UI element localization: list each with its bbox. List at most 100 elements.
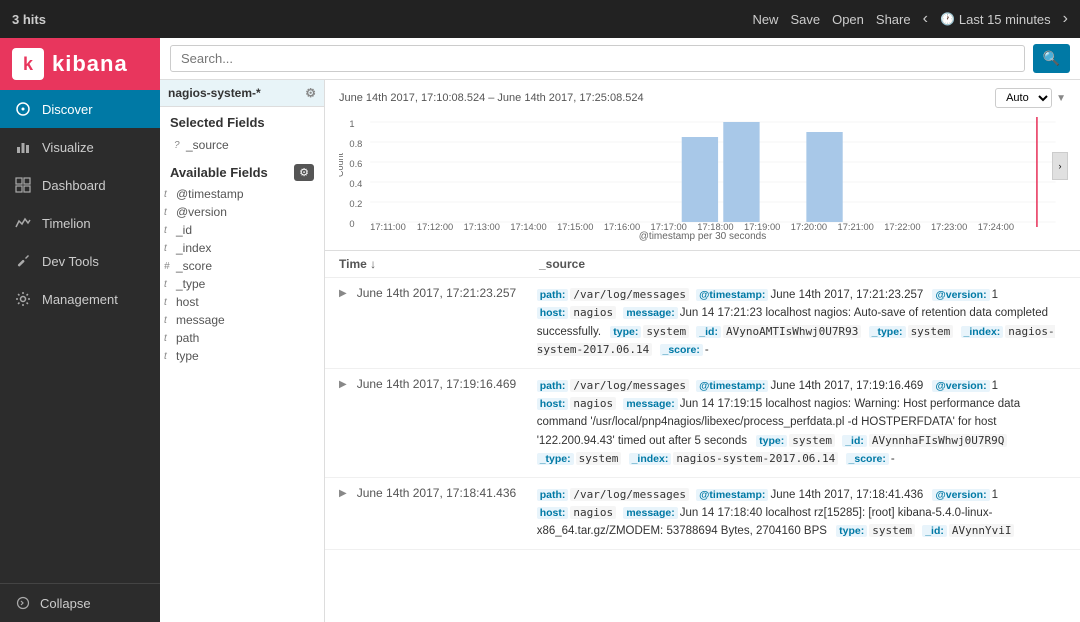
available-field-host[interactable]: thost — [160, 293, 324, 311]
chart-expand-button[interactable]: › — [1052, 152, 1068, 180]
save-button[interactable]: Save — [790, 12, 820, 27]
selected-field-source[interactable]: ? _source — [170, 136, 314, 154]
top-actions: New Save Open Share ‹ 🕐 Last 15 minutes … — [752, 10, 1068, 28]
version-value: 1 — [992, 289, 998, 301]
collapse-button[interactable]: Collapse — [0, 583, 160, 622]
main-layout: k kibana Discover Visualize D — [0, 38, 1080, 622]
id-label: _id: — [922, 525, 947, 537]
score-label: _score: — [846, 453, 889, 465]
available-field-_score[interactable]: #_score — [160, 257, 324, 275]
timelion-label: Timelion — [42, 216, 91, 231]
row-expand-button[interactable]: ▶ — [339, 488, 347, 499]
chart-header: June 14th 2017, 17:10:08.524 – June 14th… — [339, 88, 1066, 108]
field-type-badge: t — [164, 297, 172, 308]
svg-text:17:20:00: 17:20:00 — [791, 222, 827, 232]
sidebar-item-discover[interactable]: Discover — [0, 90, 160, 128]
compass-icon — [14, 100, 32, 118]
field-name-label: @version — [176, 205, 227, 219]
interval-select[interactable]: Auto — [995, 88, 1052, 108]
timestamp-label: @timestamp: — [696, 489, 768, 501]
type2-label: _type: — [537, 453, 574, 465]
available-field-path[interactable]: tpath — [160, 329, 324, 347]
table-row: ▶ June 14th 2017, 17:19:16.469 path:/var… — [325, 369, 1080, 478]
kibana-logo-text: kibana — [52, 51, 128, 77]
hits-count: 3 hits — [12, 12, 46, 27]
dashboard-label: Dashboard — [42, 178, 106, 193]
path-label: path: — [537, 489, 569, 501]
available-field-_id[interactable]: t_id — [160, 221, 324, 239]
dashboard-icon — [14, 176, 32, 194]
svg-text:0.4: 0.4 — [349, 179, 362, 189]
index-label: _index: — [961, 326, 1004, 338]
svg-text:Count: Count — [339, 153, 345, 177]
field-type-badge: t — [164, 189, 172, 200]
version-value: 1 — [992, 489, 998, 501]
available-field-type[interactable]: ttype — [160, 347, 324, 365]
row-expand-button[interactable]: ▶ — [339, 288, 347, 299]
score-value: - — [891, 453, 895, 465]
available-fields-settings-button[interactable]: ⚙ — [294, 164, 314, 181]
svg-text:17:24:00: 17:24:00 — [978, 222, 1014, 232]
timelion-icon — [14, 214, 32, 232]
host-label: host: — [537, 507, 569, 519]
time-next-button[interactable]: › — [1063, 10, 1068, 28]
version-value: 1 — [992, 380, 998, 392]
bar-7 — [682, 137, 718, 222]
field-name: _source — [186, 138, 229, 152]
search-button[interactable]: 🔍 — [1033, 44, 1070, 73]
available-field-_index[interactable]: t_index — [160, 239, 324, 257]
row-expand-button[interactable]: ▶ — [339, 379, 347, 390]
time-prev-button[interactable]: ‹ — [923, 10, 928, 28]
open-button[interactable]: Open — [832, 12, 864, 27]
new-button[interactable]: New — [752, 12, 778, 27]
chart-canvas: 0 0.2 0.4 0.6 0.8 1 Count — [339, 112, 1066, 242]
type2-value: system — [908, 325, 954, 338]
content-area: 🔍 nagios-system-* ⚙ Selected Fields ? _s… — [160, 38, 1080, 622]
field-name-label: _type — [176, 277, 205, 291]
available-field-@timestamp[interactable]: t@timestamp — [160, 185, 324, 203]
bar-10 — [806, 132, 842, 222]
sidebar-item-management[interactable]: Management — [0, 280, 160, 318]
devtools-label: Dev Tools — [42, 254, 99, 269]
available-field-@version[interactable]: t@version — [160, 203, 324, 221]
col-time-header[interactable]: Time ↓ — [339, 257, 519, 271]
svg-text:17:15:00: 17:15:00 — [557, 222, 593, 232]
sidebar-item-devtools[interactable]: Dev Tools — [0, 242, 160, 280]
timestamp-label: @timestamp: — [696, 380, 768, 392]
index-settings-icon[interactable]: ⚙ — [305, 86, 316, 100]
version-label: @version: — [932, 380, 989, 392]
timestamp-value: June 14th 2017, 17:21:23.257 — [770, 289, 923, 301]
time-range-picker[interactable]: 🕐 Last 15 minutes — [940, 12, 1051, 27]
table-row: ▶ June 14th 2017, 17:21:23.257 path:/var… — [325, 278, 1080, 369]
available-field-message[interactable]: tmessage — [160, 311, 324, 329]
table-row: ▶ June 14th 2017, 17:18:41.436 path:/var… — [325, 478, 1080, 550]
svg-text:17:23:00: 17:23:00 — [931, 222, 967, 232]
sidebar-item-timelion[interactable]: Timelion — [0, 204, 160, 242]
row-source: path:/var/log/messages @timestamp:June 1… — [537, 377, 1066, 469]
histogram-chart: 0 0.2 0.4 0.6 0.8 1 Count — [339, 112, 1066, 232]
id-label: _id: — [842, 435, 867, 447]
field-name-label: type — [176, 349, 199, 363]
id-label: _id: — [696, 326, 721, 338]
sidebar-item-dashboard[interactable]: Dashboard — [0, 166, 160, 204]
id-value: AVynnhaFIsWhwj0U7R9Q — [869, 434, 1007, 447]
svg-text:0.6: 0.6 — [349, 159, 362, 169]
search-input[interactable] — [170, 45, 1025, 72]
field-type-badge: t — [164, 225, 172, 236]
field-type-badge: t — [164, 333, 172, 344]
type-value: system — [643, 325, 689, 338]
bar-8 — [723, 122, 759, 222]
svg-text:17:11:00: 17:11:00 — [370, 222, 406, 232]
path-value: /var/log/messages — [570, 379, 689, 392]
available-fields-header: Available Fields ⚙ — [160, 158, 324, 185]
wrench-icon — [14, 252, 32, 270]
visualize-label: Visualize — [42, 140, 94, 155]
index-pattern-name: nagios-system-* — [168, 86, 261, 100]
available-field-_type[interactable]: t_type — [160, 275, 324, 293]
type-label: type: — [610, 326, 641, 338]
share-button[interactable]: Share — [876, 12, 911, 27]
path-value: /var/log/messages — [570, 488, 689, 501]
svg-text:17:16:00: 17:16:00 — [604, 222, 640, 232]
sidebar-item-visualize[interactable]: Visualize — [0, 128, 160, 166]
type-label: type: — [756, 435, 787, 447]
